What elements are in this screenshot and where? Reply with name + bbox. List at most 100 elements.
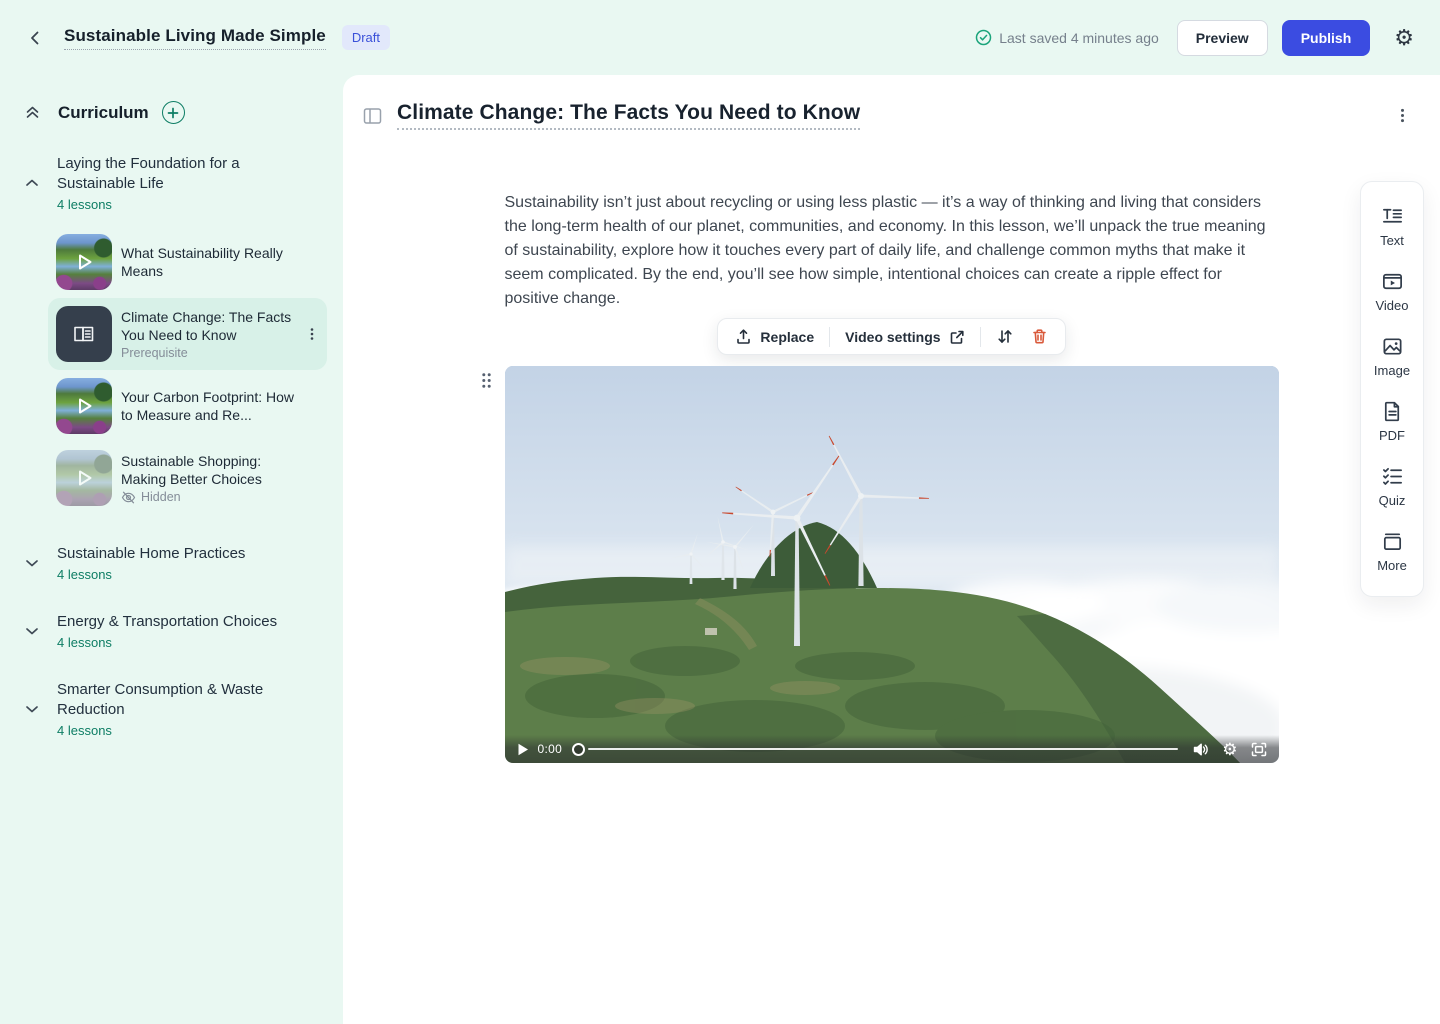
section-lesson-count: 4 lessons: [57, 197, 295, 212]
video-thumbnail: [56, 378, 112, 434]
add-video-block-button[interactable]: Video: [1361, 259, 1423, 324]
lesson-meta: Sustainable Shopping: Making Better Choi…: [121, 452, 299, 505]
pdf-block-icon: [1381, 400, 1404, 423]
video-progress-track[interactable]: [588, 748, 1178, 751]
add-pdf-block-button[interactable]: PDF: [1361, 389, 1423, 454]
section-titles: Smarter Consumption & Waste Reduction 4 …: [57, 680, 295, 738]
play-icon: [517, 743, 529, 756]
video-frame-windfarm: [505, 366, 1279, 763]
chevron-up-icon: [24, 175, 40, 191]
lesson-badge-hidden: Hidden: [121, 490, 299, 505]
move-block-button[interactable]: [994, 326, 1016, 347]
section-title: Energy & Transportation Choices: [57, 612, 277, 632]
replace-button[interactable]: Replace: [733, 326, 816, 347]
curriculum-section: Smarter Consumption & Waste Reduction 4 …: [0, 680, 343, 738]
sidebar-toggle-button[interactable]: [361, 105, 384, 127]
main-layout: Curriculum Laying the Foundation for a S…: [0, 75, 1440, 1024]
external-link-icon: [949, 329, 965, 345]
curriculum-section: Energy & Transportation Choices 4 lesson…: [0, 612, 343, 650]
block-label: Image: [1374, 363, 1410, 378]
lesson-badge-prerequisite: Prerequisite: [121, 346, 299, 360]
gear-icon: ⚙: [1394, 27, 1414, 49]
video-controls: 0:00 ⚙: [505, 735, 1279, 763]
preview-button[interactable]: Preview: [1177, 20, 1268, 56]
volume-icon: [1193, 742, 1209, 757]
volume-button[interactable]: [1193, 742, 1209, 757]
video-settings-gear-button[interactable]: ⚙: [1222, 741, 1237, 758]
last-saved-text: Last saved 4 minutes ago: [999, 30, 1159, 46]
hidden-label: Hidden: [141, 490, 181, 504]
fullscreen-icon: [1251, 742, 1267, 757]
back-button[interactable]: [22, 25, 48, 51]
play-button[interactable]: [517, 743, 529, 756]
section-lesson-count: 4 lessons: [57, 635, 277, 650]
reading-lesson-tile: [56, 306, 112, 362]
editor-column: Sustainability isn’t just about recyclin…: [505, 191, 1279, 763]
lesson-kebab-menu[interactable]: [301, 323, 323, 345]
chevron-down-icon: [24, 555, 40, 571]
video-scrubber-handle[interactable]: [572, 743, 585, 756]
section-header[interactable]: Smarter Consumption & Waste Reduction 4 …: [0, 680, 343, 738]
lesson-options-menu[interactable]: [1391, 104, 1414, 127]
section-titles: Laying the Foundation for a Sustainable …: [57, 154, 295, 212]
add-quiz-block-button[interactable]: Quiz: [1361, 454, 1423, 519]
drag-handle-icon[interactable]: [479, 370, 494, 391]
topbar-right: Last saved 4 minutes ago Preview Publish…: [975, 20, 1416, 56]
section-header[interactable]: Sustainable Home Practices 4 lessons: [0, 544, 343, 582]
video-player[interactable]: 0:00 ⚙: [505, 366, 1279, 763]
add-section-button[interactable]: [162, 101, 185, 124]
double-chevron-up-icon: [24, 104, 41, 121]
section-title: Sustainable Home Practices: [57, 544, 245, 564]
delete-block-button[interactable]: [1029, 326, 1050, 347]
settings-button[interactable]: ⚙: [1392, 25, 1416, 51]
video-thumbnail-hidden: [56, 450, 112, 506]
video-settings-button[interactable]: Video settings: [843, 327, 966, 347]
lesson-editor: Climate Change: The Facts You Need to Kn…: [343, 75, 1440, 1024]
section-header[interactable]: Laying the Foundation for a Sustainable …: [0, 154, 343, 212]
text-block-icon: [1381, 205, 1404, 228]
topbar: Sustainable Living Made Simple Draft Las…: [0, 0, 1440, 75]
play-icon: [56, 378, 112, 434]
lesson-item-what-sustainability[interactable]: What Sustainability Really Means: [48, 226, 327, 298]
section-titles: Sustainable Home Practices 4 lessons: [57, 544, 245, 582]
block-label: Quiz: [1379, 493, 1406, 508]
publish-button[interactable]: Publish: [1282, 20, 1371, 56]
status-badge: Draft: [342, 25, 390, 50]
more-blocks-icon: [1381, 530, 1404, 553]
topbar-left: Sustainable Living Made Simple Draft: [22, 25, 390, 51]
video-block-icon: [1381, 270, 1404, 293]
kebab-icon: [1395, 108, 1410, 123]
collapse-all-button[interactable]: [24, 104, 41, 121]
lesson-title: What Sustainability Really Means: [121, 244, 299, 280]
lesson-title: Sustainable Shopping: Making Better Choi…: [121, 452, 299, 488]
lesson-paragraph[interactable]: Sustainability isn’t just about recyclin…: [505, 191, 1279, 311]
section-lesson-count: 4 lessons: [57, 567, 245, 582]
more-blocks-button[interactable]: More: [1361, 519, 1423, 584]
section-header[interactable]: Energy & Transportation Choices 4 lesson…: [0, 612, 343, 650]
block-label: More: [1377, 558, 1407, 573]
lesson-title-heading[interactable]: Climate Change: The Facts You Need to Kn…: [397, 101, 860, 130]
toolbar-divider: [829, 327, 830, 347]
add-image-block-button[interactable]: Image: [1361, 324, 1423, 389]
curriculum-title: Curriculum: [58, 103, 149, 123]
course-title[interactable]: Sustainable Living Made Simple: [64, 26, 326, 50]
plus-icon: [167, 107, 179, 119]
lesson-item-climate-change[interactable]: Climate Change: The Facts You Need to Kn…: [48, 298, 327, 370]
upload-icon: [735, 328, 752, 345]
lesson-meta: What Sustainability Really Means: [121, 244, 299, 280]
gear-icon: ⚙: [1222, 741, 1237, 758]
quiz-block-icon: [1381, 465, 1404, 488]
fullscreen-button[interactable]: [1251, 742, 1267, 757]
curriculum-sidebar: Curriculum Laying the Foundation for a S…: [0, 75, 343, 1024]
block-toolbar-wrap: Replace Video settings: [505, 318, 1279, 354]
lesson-item-carbon-footprint[interactable]: Your Carbon Footprint: How to Measure an…: [48, 370, 327, 442]
add-text-block-button[interactable]: Text: [1361, 194, 1423, 259]
lesson-list: What Sustainability Really Means Climate…: [0, 212, 343, 514]
video-current-time: 0:00: [538, 742, 563, 756]
lesson-item-sustainable-shopping[interactable]: Sustainable Shopping: Making Better Choi…: [48, 442, 327, 514]
lesson-title: Your Carbon Footprint: How to Measure an…: [121, 388, 299, 424]
saved-check-icon: [975, 29, 992, 46]
trash-icon: [1031, 328, 1048, 345]
section-titles: Energy & Transportation Choices 4 lesson…: [57, 612, 277, 650]
section-title: Laying the Foundation for a Sustainable …: [57, 154, 295, 194]
